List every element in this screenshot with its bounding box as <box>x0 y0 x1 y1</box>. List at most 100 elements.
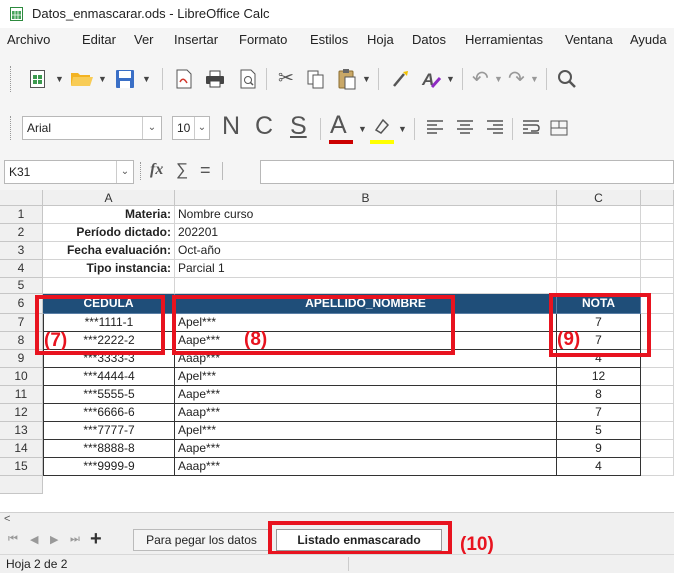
chevron-down-icon[interactable]: ⌄ <box>116 161 133 183</box>
cell-d4[interactable] <box>641 260 674 278</box>
cell-c3[interactable] <box>557 242 641 260</box>
row-header[interactable]: 3 <box>0 242 43 260</box>
row-header[interactable]: 1 <box>0 206 43 224</box>
cut-icon[interactable]: ✂ <box>278 67 294 90</box>
row-header[interactable]: 11 <box>0 386 43 404</box>
menu-insertar[interactable]: Insertar <box>174 32 218 47</box>
chevron-down-icon[interactable]: ▼ <box>530 74 539 84</box>
new-document-icon[interactable] <box>28 68 50 90</box>
cell-b15[interactable]: Aaap*** <box>175 458 557 476</box>
name-box[interactable]: K31 ⌄ <box>4 160 134 184</box>
chevron-down-icon[interactable]: ▼ <box>446 74 455 84</box>
cell-b1[interactable]: Nombre curso <box>175 206 557 224</box>
menu-datos[interactable]: Datos <box>412 32 446 47</box>
clear-formatting-icon[interactable]: A <box>420 68 442 90</box>
bold-button[interactable]: N <box>222 112 240 141</box>
open-folder-icon[interactable] <box>70 70 94 88</box>
cell-a4[interactable]: Tipo instancia: <box>43 260 175 278</box>
merge-cells-icon[interactable] <box>550 119 568 137</box>
cell-d3[interactable] <box>641 242 674 260</box>
cell-b2[interactable]: 202201 <box>175 224 557 242</box>
paste-icon[interactable] <box>336 67 358 91</box>
row-header[interactable]: 5 <box>0 278 43 294</box>
cell-d15[interactable] <box>641 458 674 476</box>
clone-formatting-icon[interactable] <box>390 68 412 90</box>
cell-a10[interactable]: ***4444-4 <box>43 368 175 386</box>
row-header[interactable]: 12 <box>0 404 43 422</box>
formula-input[interactable] <box>260 160 674 184</box>
sheet-tab-para-pegar[interactable]: Para pegar los datos <box>133 529 270 551</box>
print-preview-icon[interactable] <box>238 68 258 90</box>
align-left-icon[interactable] <box>426 119 444 137</box>
column-header-c[interactable]: C <box>557 190 641 206</box>
menu-editar[interactable]: Editar <box>82 32 116 47</box>
cell-d5[interactable] <box>641 278 674 294</box>
menu-ayuda[interactable]: Ayuda <box>630 32 667 47</box>
cell-a15[interactable]: ***9999-9 <box>43 458 175 476</box>
row-header[interactable] <box>0 476 43 494</box>
cell-c2[interactable] <box>557 224 641 242</box>
chevron-down-icon[interactable]: ⌄ <box>194 117 209 139</box>
export-pdf-icon[interactable] <box>174 68 194 90</box>
function-wizard-button[interactable]: fx <box>150 161 163 179</box>
cell-b11[interactable]: Aape*** <box>175 386 557 404</box>
chevron-down-icon[interactable]: ▼ <box>98 74 107 84</box>
chevron-down-icon[interactable]: ⌄ <box>142 117 161 139</box>
scroll-left-icon[interactable]: < <box>4 513 10 525</box>
redo-icon[interactable]: ↷ <box>508 66 525 91</box>
column-header-a[interactable]: A <box>43 190 175 206</box>
first-sheet-icon[interactable]: ⏮ <box>8 533 18 546</box>
cell-b5[interactable] <box>175 278 557 294</box>
menu-estilos[interactable]: Estilos <box>310 32 348 47</box>
last-sheet-icon[interactable]: ⏭ <box>70 533 80 546</box>
cell-a3[interactable]: Fecha evaluación: <box>43 242 175 260</box>
menu-ventana[interactable]: Ventana <box>565 32 613 47</box>
font-name-combo[interactable]: Arial ⌄ <box>22 116 162 140</box>
chevron-down-icon[interactable]: ▼ <box>358 124 367 134</box>
cell-d14[interactable] <box>641 440 674 458</box>
cell-c10[interactable]: 12 <box>557 368 641 386</box>
cell-b12[interactable]: Aaap*** <box>175 404 557 422</box>
align-center-icon[interactable] <box>456 119 474 137</box>
cell-c14[interactable]: 9 <box>557 440 641 458</box>
cell-a2[interactable]: Período dictado: <box>43 224 175 242</box>
cell-a5[interactable] <box>43 278 175 294</box>
select-all-corner[interactable] <box>0 190 43 206</box>
cell-d2[interactable] <box>641 224 674 242</box>
next-sheet-icon[interactable]: ▶ <box>50 533 58 546</box>
cell-d10[interactable] <box>641 368 674 386</box>
save-icon[interactable] <box>114 68 136 90</box>
font-size-combo[interactable]: 10 ⌄ <box>172 116 210 140</box>
cell-a1[interactable]: Materia: <box>43 206 175 224</box>
cell-c12[interactable]: 7 <box>557 404 641 422</box>
find-replace-icon[interactable] <box>556 68 578 90</box>
chevron-down-icon[interactable]: ▼ <box>142 74 151 84</box>
row-header[interactable]: 4 <box>0 260 43 278</box>
menu-herramientas[interactable]: Herramientas <box>465 32 543 47</box>
column-header-b[interactable]: B <box>175 190 557 206</box>
menu-archivo[interactable]: Archivo <box>7 32 50 47</box>
row-header[interactable]: 2 <box>0 224 43 242</box>
row-header[interactable]: 15 <box>0 458 43 476</box>
chevron-down-icon[interactable]: ▼ <box>398 124 407 134</box>
italic-button[interactable]: C <box>255 112 273 141</box>
cell-d12[interactable] <box>641 404 674 422</box>
cell-b4[interactable]: Parcial 1 <box>175 260 557 278</box>
cell-a11[interactable]: ***5555-5 <box>43 386 175 404</box>
formula-button[interactable]: = <box>200 160 211 181</box>
copy-icon[interactable] <box>306 68 326 90</box>
cell-d11[interactable] <box>641 386 674 404</box>
add-sheet-icon[interactable]: + <box>90 528 102 551</box>
chevron-down-icon[interactable]: ▼ <box>494 74 503 84</box>
undo-icon[interactable]: ↶ <box>472 66 489 91</box>
align-right-icon[interactable] <box>486 119 504 137</box>
cell-c5[interactable] <box>557 278 641 294</box>
chevron-down-icon[interactable]: ▼ <box>55 74 64 84</box>
cell-b14[interactable]: Aape*** <box>175 440 557 458</box>
row-header[interactable]: 13 <box>0 422 43 440</box>
cell-c11[interactable]: 8 <box>557 386 641 404</box>
menu-ver[interactable]: Ver <box>134 32 154 47</box>
cell-a12[interactable]: ***6666-6 <box>43 404 175 422</box>
row-header[interactable]: 10 <box>0 368 43 386</box>
font-color-button[interactable]: A <box>330 111 347 140</box>
